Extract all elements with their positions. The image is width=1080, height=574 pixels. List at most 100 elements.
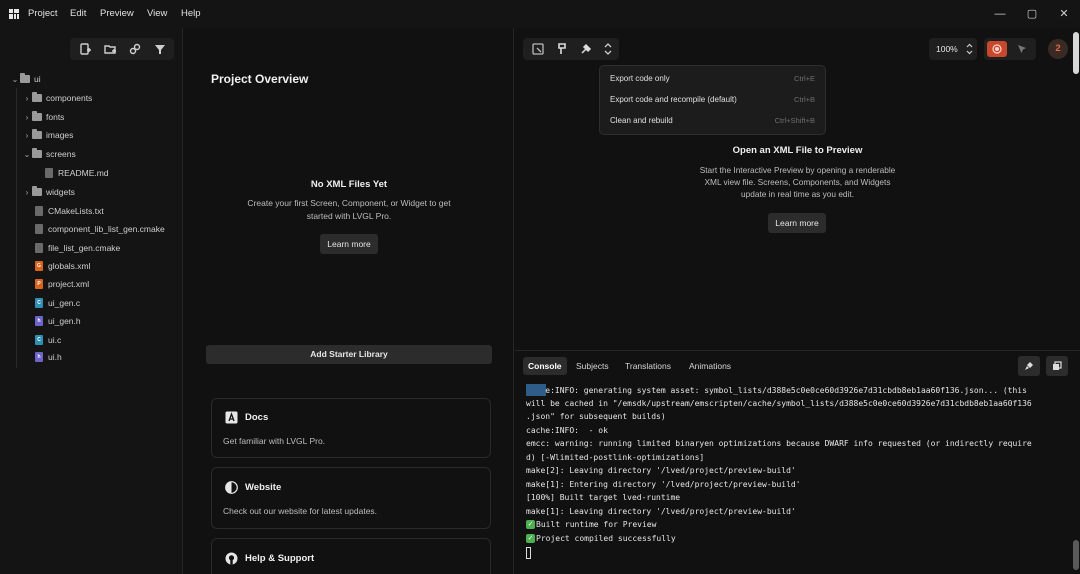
maximize-button[interactable]: ▢	[1024, 6, 1040, 22]
log-line: emcc: warning: running limited binaryen …	[526, 439, 1032, 448]
tree-item-screens[interactable]: ⌄ screens	[22, 145, 76, 163]
filter-icon[interactable]	[153, 42, 167, 56]
export-code-only-item[interactable]: Export code only	[610, 74, 670, 83]
preview-learn-more-button[interactable]: Learn more	[768, 213, 826, 233]
add-starter-library-button[interactable]: Add Starter Library	[206, 345, 492, 364]
tree-item-components[interactable]: › components	[22, 89, 92, 107]
build-icon[interactable]	[579, 42, 593, 56]
check-icon: ✓	[526, 520, 535, 529]
tree-item-project-xml[interactable]: P project.xml	[35, 275, 89, 293]
title-bar: Project Edit Preview View Help — ▢ ✕	[0, 0, 1080, 28]
folder-icon	[32, 129, 42, 139]
new-file-icon[interactable]	[78, 42, 92, 56]
chevron-right-icon: ›	[25, 93, 29, 103]
help-card-title: Help & Support	[245, 553, 315, 564]
tree-item-readme[interactable]: README.md	[45, 164, 109, 182]
log-line: .json" for subsequent builds)	[526, 412, 666, 421]
preview-empty-title: Open an XML File to Preview	[732, 145, 863, 156]
close-button[interactable]: ✕	[1056, 6, 1072, 22]
chevron-updown-icon[interactable]	[601, 42, 615, 56]
tab-animations[interactable]: Animations	[684, 357, 736, 375]
link-icon[interactable]	[128, 42, 142, 56]
tab-translations[interactable]: Translations	[620, 357, 676, 375]
pointer-icon[interactable]	[1016, 43, 1028, 55]
clean-rebuild-item[interactable]: Clean and rebuild	[610, 116, 673, 125]
h-file-icon: h	[35, 352, 43, 362]
log-line: make[1]: Leaving directory '/lved/projec…	[526, 507, 796, 516]
shortcut-label: Ctrl+Shift+B	[774, 116, 815, 125]
log-line: make[2]: Leaving directory '/lved/projec…	[526, 466, 796, 475]
notification-badge[interactable]: 2	[1048, 39, 1068, 59]
file-icon	[35, 243, 43, 253]
console-scrollbar[interactable]	[1073, 540, 1079, 570]
github-icon	[225, 552, 238, 565]
tree-item-fonts[interactable]: › fonts	[22, 108, 64, 126]
tree-item-ui-c[interactable]: C ui.c	[35, 331, 61, 349]
empty-state-text-1: Create your first Screen, Component, or …	[247, 198, 451, 208]
help-support-card[interactable]: Help & Support	[211, 538, 491, 574]
tree-item-widgets[interactable]: › widgets	[22, 183, 75, 201]
folder-icon	[32, 148, 42, 158]
folder-icon	[32, 186, 42, 196]
tree-item-ui-gen-c[interactable]: C ui_gen.c	[35, 294, 80, 312]
tree-root-ui[interactable]: ⌄ ui	[10, 70, 41, 88]
preview-empty-text-3: update in real time as you edit.	[741, 189, 854, 199]
log-line: [100%] Built target lved-runtime	[526, 493, 681, 502]
tree-label: CMakeLists.txt	[48, 206, 104, 216]
check-icon: ✓	[526, 534, 535, 543]
inspect-icon[interactable]	[531, 42, 545, 56]
page-title: Project Overview	[211, 72, 309, 86]
tree-label: ui.h	[48, 352, 62, 362]
menu-edit[interactable]: Edit	[70, 8, 86, 19]
docs-card[interactable]: Docs Get familiar with LVGL Pro.	[211, 398, 491, 458]
tree-label: ui_gen.c	[48, 298, 81, 308]
tree-label: widgets	[46, 187, 75, 197]
menu-preview[interactable]: Preview	[100, 8, 134, 19]
project-overview-panel: Project Overview No XML Files Yet Create…	[184, 28, 514, 574]
tree-item-ui-h[interactable]: h ui.h	[35, 348, 62, 366]
zoom-select[interactable]: 100%	[929, 38, 977, 60]
tree-guide-line	[16, 88, 17, 368]
preview-empty-text-1: Start the Interactive Preview by opening…	[699, 165, 896, 175]
chevron-updown-icon	[966, 43, 973, 55]
tree-item-images[interactable]: › images	[22, 126, 73, 144]
preview-mode-group	[984, 38, 1036, 60]
record-button[interactable]	[987, 41, 1007, 57]
log-line: will be cached in "/emsdk/upstream/emscr…	[526, 399, 1032, 408]
tree-label: project.xml	[48, 279, 90, 289]
tree-label: ui_gen.h	[48, 316, 81, 326]
tree-label: component_lib_list_gen.cmake	[48, 224, 165, 234]
menu-view[interactable]: View	[147, 8, 167, 19]
file-icon	[45, 168, 53, 178]
tab-subjects[interactable]: Subjects	[571, 357, 614, 375]
tree-item-globals-xml[interactable]: G globals.xml	[35, 257, 91, 275]
clear-console-button[interactable]	[1018, 356, 1040, 376]
c-file-icon: C	[35, 335, 43, 345]
new-folder-icon[interactable]	[103, 42, 117, 56]
file-icon	[35, 206, 43, 216]
preview-scrollbar[interactable]	[1073, 32, 1079, 74]
chevron-right-icon: ›	[25, 112, 29, 122]
export-recompile-item[interactable]: Export code and recompile (default)	[610, 95, 737, 104]
build-options-dropdown: Export code only Ctrl+E Export code and …	[599, 65, 826, 135]
tree-item-component-lib-cmake[interactable]: component_lib_list_gen.cmake	[35, 220, 165, 238]
menu-help[interactable]: Help	[181, 8, 201, 19]
website-card[interactable]: Website Check out our website for latest…	[211, 467, 491, 529]
tree-item-ui-gen-h[interactable]: h ui_gen.h	[35, 312, 81, 330]
minimize-button[interactable]: —	[992, 6, 1008, 22]
tree-label: ui.c	[48, 335, 62, 345]
tree-label: images	[46, 130, 74, 140]
preview-panel: Export code only Ctrl+E Export code and …	[515, 28, 1080, 350]
format-icon[interactable]	[555, 42, 569, 56]
copy-console-button[interactable]	[1046, 356, 1068, 376]
file-explorer-panel: ⌄ ui › components › fonts › images ⌄ scr…	[0, 28, 183, 574]
shortcut-label: Ctrl+E	[793, 74, 815, 83]
file-icon	[35, 224, 43, 234]
shortcut-label: Ctrl+B	[793, 95, 815, 104]
menu-project[interactable]: Project	[28, 8, 58, 19]
tree-label: fonts	[46, 112, 65, 122]
tree-item-cmakelists[interactable]: CMakeLists.txt	[35, 202, 104, 220]
tab-console[interactable]: Console	[523, 357, 567, 375]
learn-more-button[interactable]: Learn more	[320, 234, 378, 254]
tree-item-file-list-cmake[interactable]: file_list_gen.cmake	[35, 239, 120, 257]
